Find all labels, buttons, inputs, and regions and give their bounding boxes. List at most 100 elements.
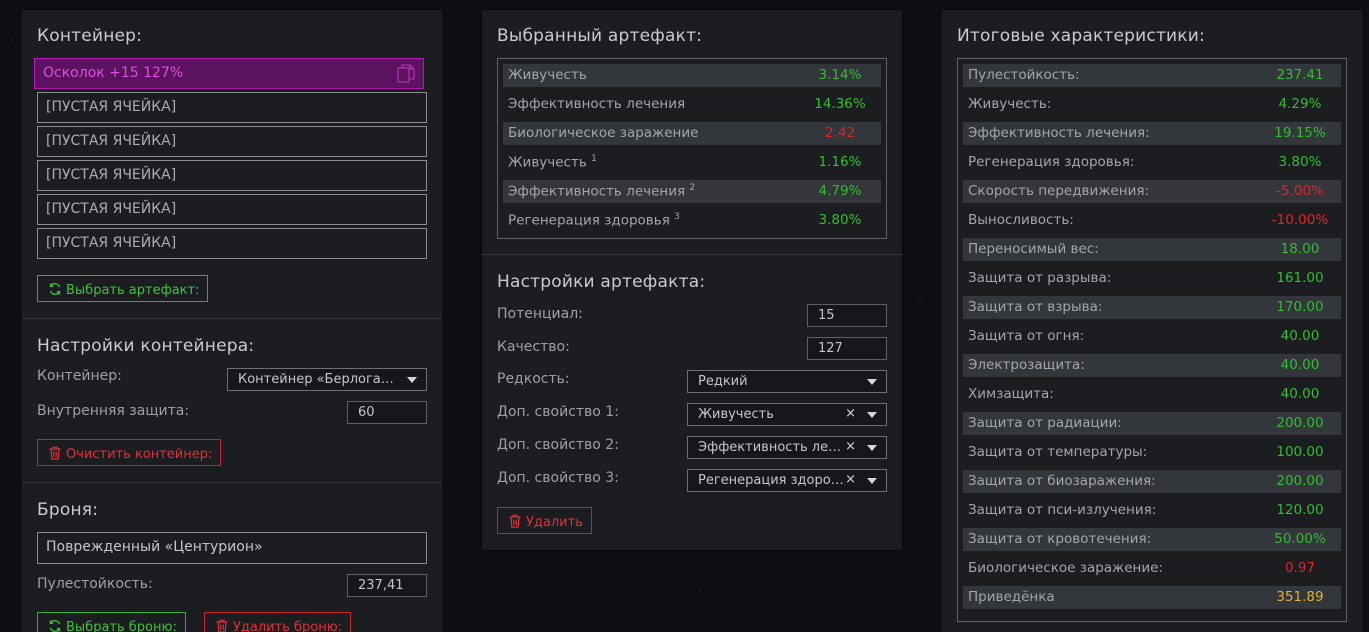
- stat-name: Защита от разрыва:: [968, 270, 1111, 286]
- clear-container-label: Очистить контейнер:: [66, 447, 213, 462]
- active-slot-label: Осколок +15 127%: [43, 65, 184, 81]
- container-title: Контейнер:: [37, 26, 143, 46]
- container-slot-1[interactable]: [ПУСТАЯ ЯЧЕЙКА]: [37, 92, 427, 123]
- container-panel: Контейнер: Осколок +15 127% [ПУСТАЯ ЯЧЕЙ…: [22, 10, 442, 632]
- clear-icon[interactable]: ×: [843, 439, 856, 454]
- select-armor-button[interactable]: Выбрать броню:: [37, 612, 186, 632]
- container-type-select[interactable]: Контейнер «Берлога-6»: [227, 368, 427, 391]
- stat-value: 3.80%: [1278, 154, 1322, 170]
- artifact-settings-title: Настройки артефакта:: [497, 272, 706, 292]
- chevron-down-icon: [867, 478, 877, 484]
- stat-name-text: Защита от биозаражения:: [968, 473, 1156, 489]
- total-stat-row: Защита от разрыва: 161.00: [963, 267, 1341, 290]
- prop3-label: Доп. свойство 3:: [497, 470, 619, 486]
- stat-value: 2.42: [824, 125, 856, 141]
- stat-name-text: Химзащита:: [968, 386, 1054, 402]
- select-artifact-button[interactable]: Выбрать артефакт:: [37, 275, 209, 302]
- stat-value: 3.14%: [818, 67, 862, 83]
- totals-stats-box: Пулестойкость: 237.41 Живучесть: 4.29% Эффек…: [957, 58, 1347, 622]
- stat-name: Биологическое заражение:: [968, 560, 1163, 576]
- stat-value: 351.89: [1276, 589, 1324, 605]
- prop2-select[interactable]: Эффективность лечения ×: [687, 436, 887, 459]
- copy-icon[interactable]: [397, 64, 415, 84]
- container-slot-3[interactable]: [ПУСТАЯ ЯЧЕЙКА]: [37, 160, 427, 191]
- clear-icon[interactable]: ×: [843, 472, 856, 487]
- delete-armor-button[interactable]: Удалить броню:: [204, 612, 352, 632]
- stat-name: Электрозащита:: [968, 357, 1085, 373]
- total-stat-row: Защита от взрыва: 170.00: [963, 296, 1341, 319]
- total-stat-row: Электрозащита: 40.00: [963, 354, 1341, 377]
- stat-name: Регенерация здоровья:: [968, 154, 1134, 170]
- stat-name-text: Регенерация здоровья:: [968, 154, 1135, 170]
- stat-name: Пулестойкость:: [968, 67, 1080, 83]
- potential-label: Потенциал:: [497, 306, 583, 322]
- stat-name: Эффективность лечения:: [968, 125, 1150, 141]
- stat-value: 0.97: [1284, 560, 1316, 576]
- refresh-icon: [49, 283, 61, 295]
- total-stat-row: Пулестойкость: 237.41: [963, 64, 1341, 87]
- artifact-panel: Выбранный артефакт: Живучесть 3.14% Эффект…: [482, 10, 902, 550]
- total-stat-row: Защита от кровотечения: 50.00%: [963, 528, 1341, 551]
- stat-value: 40.00: [1280, 328, 1320, 344]
- stat-name: Живучесть:: [968, 96, 1051, 112]
- total-stat-row: Переносимый вес: 18.00: [963, 238, 1341, 261]
- stat-value: 120.00: [1276, 502, 1324, 518]
- prop1-select[interactable]: Живучесть ×: [687, 403, 887, 426]
- clear-container-button[interactable]: Очистить контейнер:: [37, 439, 222, 466]
- stat-name-text: Приведёнка: [968, 589, 1055, 605]
- container-slot-active[interactable]: Осколок +15 127%: [34, 58, 424, 89]
- chevron-down-icon: [407, 377, 417, 383]
- total-stat-row: Эффективность лечения: 19.15%: [963, 122, 1341, 145]
- slot-label: [ПУСТАЯ ЯЧЕЙКА]: [46, 235, 177, 251]
- armor-name-field[interactable]: Поврежденный «Центурион»: [37, 532, 427, 564]
- prop1-value: Живучесть: [698, 407, 774, 422]
- stat-name: Приведёнка: [968, 589, 1055, 605]
- stat-name-text: Защита от температуры:: [968, 444, 1148, 460]
- delete-artifact-button[interactable]: Удалить: [497, 507, 592, 534]
- clear-icon[interactable]: ×: [843, 406, 856, 421]
- stat-name-text: Защита от взрыва:: [968, 299, 1103, 315]
- potential-input[interactable]: 15: [807, 304, 887, 327]
- total-stat-row: Регенерация здоровья: 3.80%: [963, 151, 1341, 174]
- prop3-value: Регенерация здоровья: [698, 473, 848, 488]
- rarity-select[interactable]: Редкий: [687, 370, 887, 393]
- armor-title: Броня:: [37, 500, 99, 520]
- stat-name-text: Защита от кровотечения:: [968, 531, 1152, 547]
- stat-name: Скорость передвижения:: [968, 183, 1149, 199]
- stat-value: 50.00%: [1274, 531, 1326, 547]
- artifact-stat-row: Эффективность лечения 2 4.79%: [503, 180, 881, 203]
- totals-title: Итоговые характеристики:: [957, 26, 1205, 46]
- selected-artifact-title: Выбранный артефакт:: [497, 26, 703, 46]
- quality-input[interactable]: 127: [807, 337, 887, 360]
- stat-value: -5.00%: [1276, 183, 1324, 199]
- stat-name-text: Переносимый вес:: [968, 241, 1099, 257]
- divider: [22, 318, 442, 319]
- internal-protection-input[interactable]: 60: [347, 401, 427, 424]
- total-stat-row: Биологическое заражение: 0.97: [963, 557, 1341, 580]
- total-stat-row: Защита от огня: 40.00: [963, 325, 1341, 348]
- select-artifact-label: Выбрать артефакт:: [66, 283, 200, 298]
- container-slot-5[interactable]: [ПУСТАЯ ЯЧЕЙКА]: [37, 228, 427, 259]
- prop3-select[interactable]: Регенерация здоровья ×: [687, 469, 887, 492]
- container-slot-4[interactable]: [ПУСТАЯ ЯЧЕЙКА]: [37, 194, 427, 225]
- stat-name-text: Выносливость:: [968, 212, 1074, 228]
- stat-footnote: 3: [674, 212, 680, 222]
- slot-label: [ПУСТАЯ ЯЧЕЙКА]: [46, 133, 177, 149]
- stat-name: Защита от огня:: [968, 328, 1084, 344]
- bullet-resistance-input[interactable]: 237,41: [347, 574, 427, 597]
- stat-value: 237.41: [1276, 67, 1324, 83]
- stat-name-text: Эффективность лечения: [508, 96, 686, 112]
- container-slot-2[interactable]: [ПУСТАЯ ЯЧЕЙКА]: [37, 126, 427, 157]
- rarity-label: Редкость:: [497, 371, 570, 387]
- chevron-down-icon: [867, 379, 877, 385]
- artifact-stat-row: Биологическое заражение 2.42: [503, 122, 881, 145]
- total-stat-row: Химзащита: 40.00: [963, 383, 1341, 406]
- stat-value: 200.00: [1276, 415, 1324, 431]
- stat-name: Живучесть 1: [508, 154, 597, 171]
- stat-name: Защита от кровотечения:: [968, 531, 1151, 547]
- armor-name-value: Поврежденный «Центурион»: [46, 539, 263, 555]
- slot-label: [ПУСТАЯ ЯЧЕЙКА]: [46, 167, 177, 183]
- artifact-stat-row: Регенерация здоровья 3 3.80%: [503, 209, 881, 232]
- container-type-value: Контейнер «Берлога-6»: [238, 372, 398, 387]
- trash-icon: [509, 514, 521, 528]
